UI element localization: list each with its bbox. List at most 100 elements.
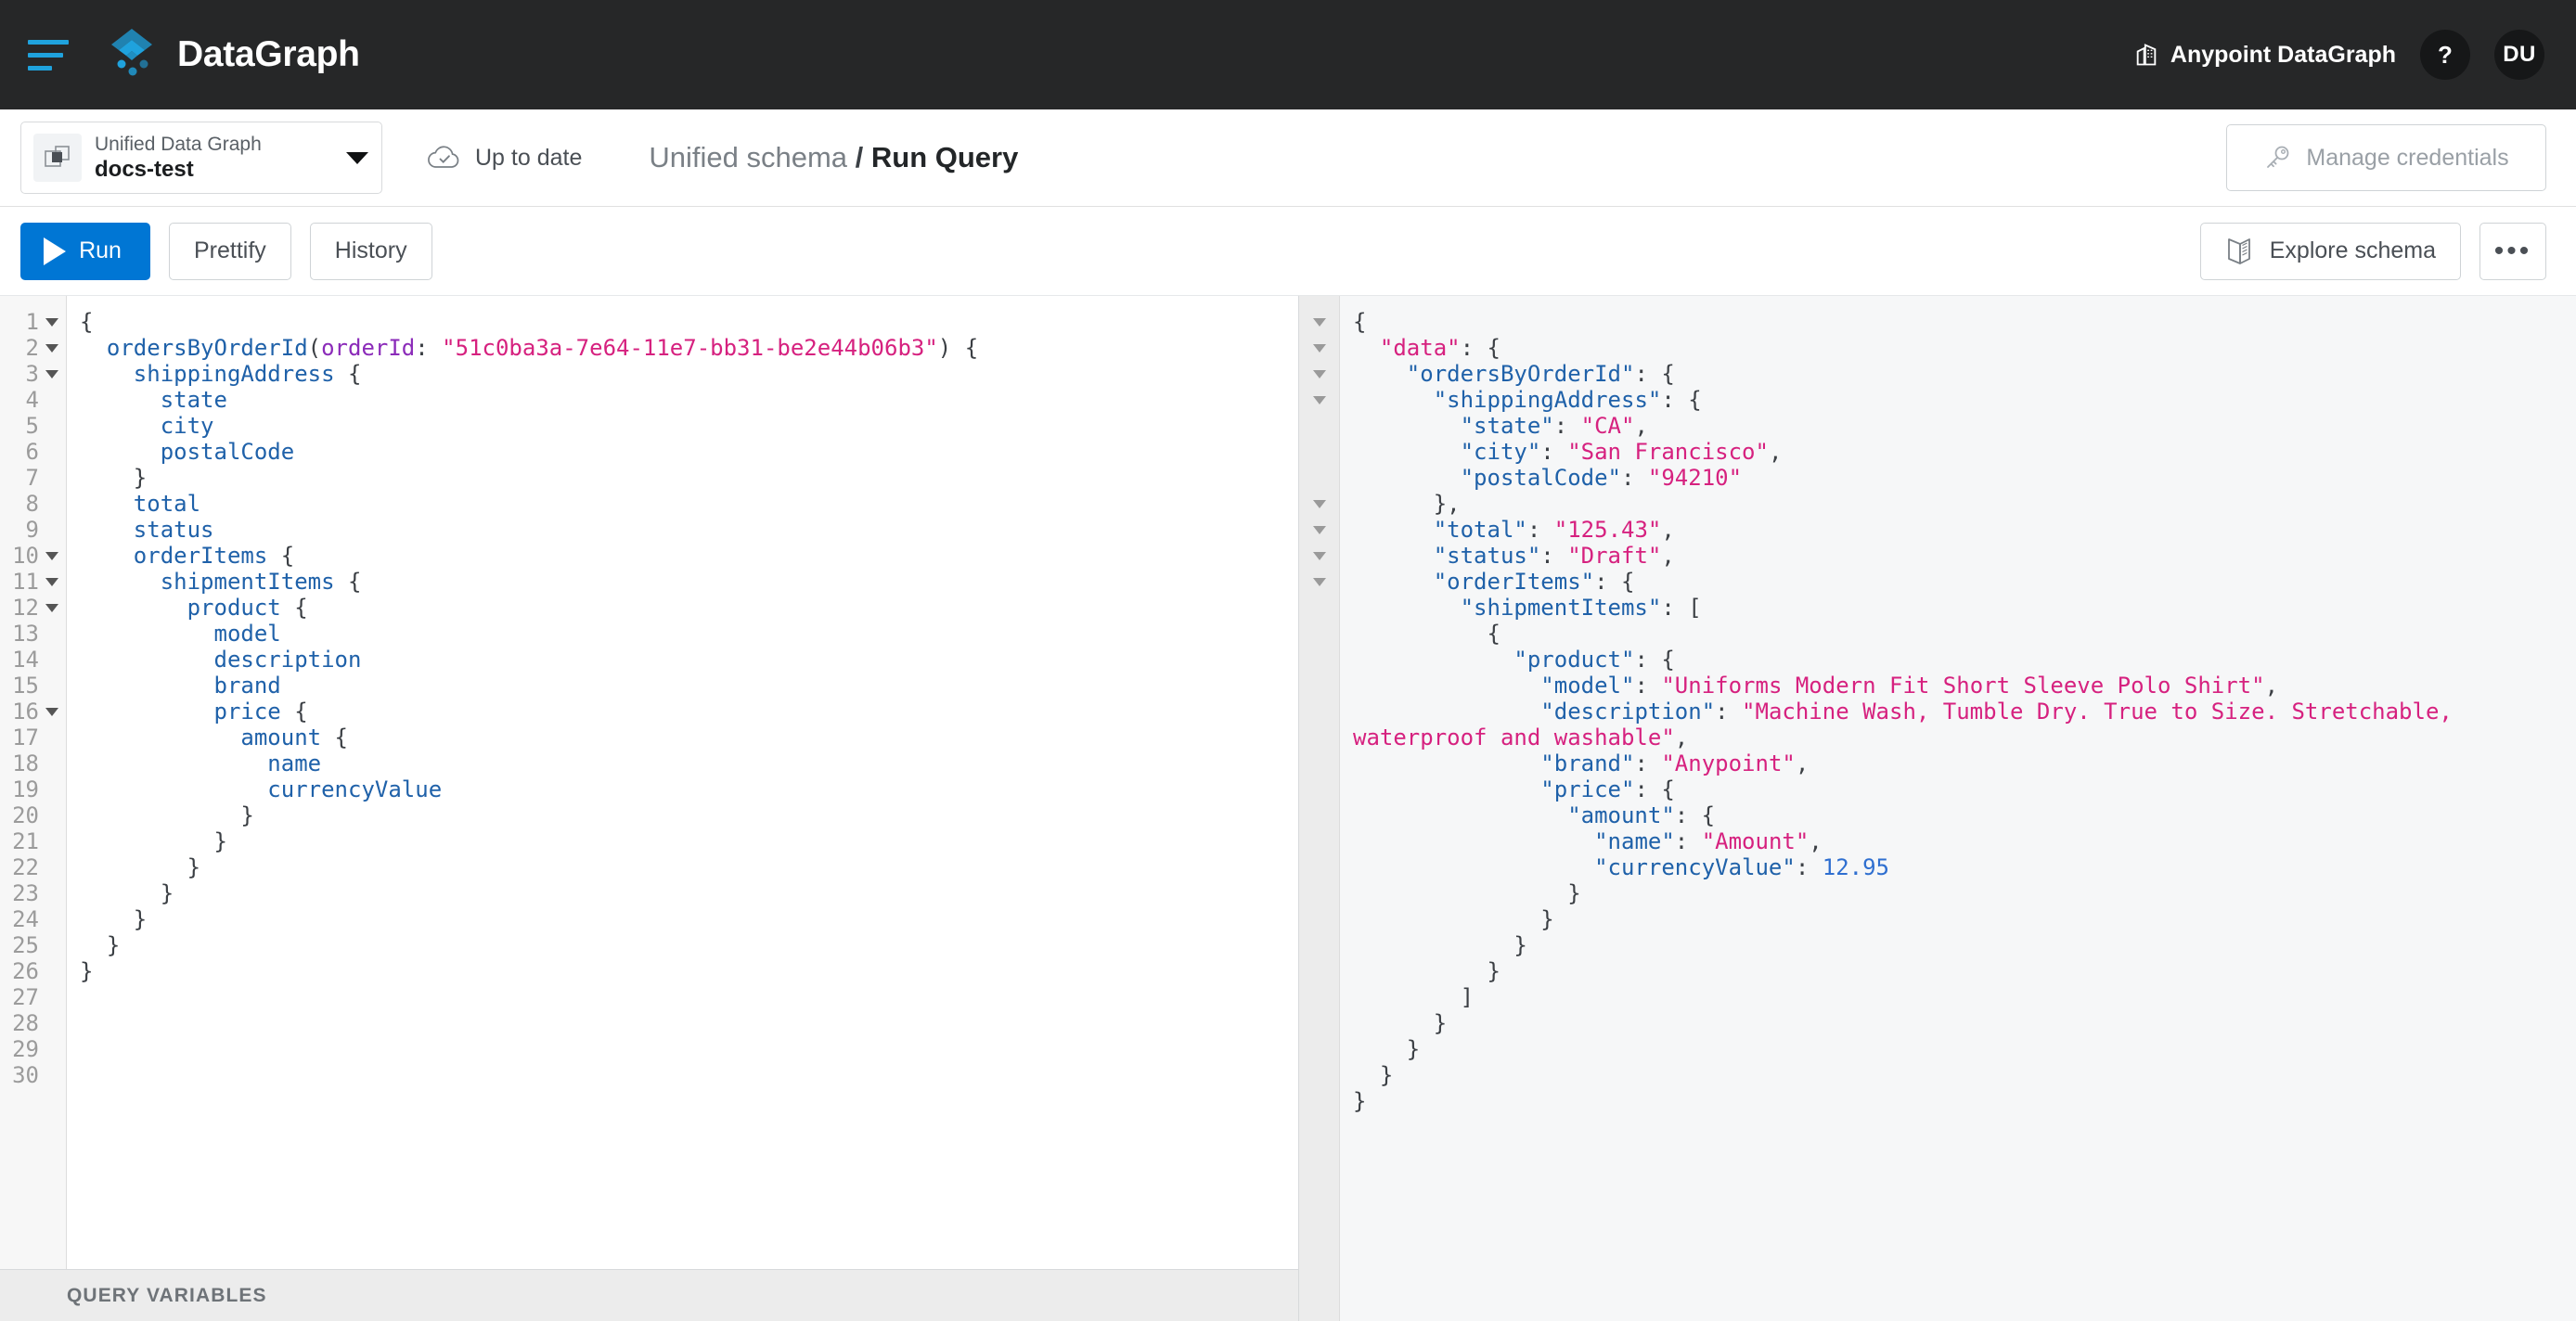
code-token: ( xyxy=(308,335,321,361)
result-token xyxy=(1353,413,1461,439)
fold-caret-icon[interactable] xyxy=(45,318,58,327)
code-token: orderItems xyxy=(134,543,268,569)
breadcrumb-separator: / xyxy=(856,141,864,173)
code-line: } xyxy=(80,465,1298,491)
result-token: , xyxy=(1661,543,1674,569)
result-token: , xyxy=(2265,673,2278,699)
graph-squares-icon xyxy=(33,134,82,182)
result-line: "orderItems": { xyxy=(1353,569,2576,595)
line-number: 4 xyxy=(0,387,66,413)
line-number-value: 4 xyxy=(15,387,39,413)
history-button[interactable]: History xyxy=(310,223,432,280)
code-token: currencyValue xyxy=(267,776,442,802)
result-token: "shipmentItems" xyxy=(1461,595,1662,621)
line-number-value: 9 xyxy=(15,517,39,543)
top-header: DataGraph Anypoint DataGraph ? DU xyxy=(0,0,2576,109)
result-token: "product" xyxy=(1513,647,1634,673)
result-token: "ordersByOrderId" xyxy=(1407,361,1635,387)
code-line: total xyxy=(80,491,1298,517)
query-code-text[interactable]: { ordersByOrderId(orderId: "51c0ba3a-7e6… xyxy=(67,296,1298,1269)
avatar[interactable]: DU xyxy=(2494,30,2544,80)
fold-caret-icon[interactable] xyxy=(45,578,58,586)
breadcrumb: Unified schema / Run Query xyxy=(649,141,1018,174)
fold-caret-icon[interactable] xyxy=(1313,552,1326,560)
line-number-value: 28 xyxy=(12,1010,39,1036)
result-line: "currencyValue": 12.95 xyxy=(1353,854,2576,880)
fold-caret-icon[interactable] xyxy=(45,344,58,353)
breadcrumb-parent[interactable]: Unified schema xyxy=(649,141,847,173)
result-token: "orderItems" xyxy=(1434,569,1594,595)
result-fold-row xyxy=(1299,361,1339,387)
fold-caret-icon[interactable] xyxy=(1313,344,1326,353)
fold-caret-icon[interactable] xyxy=(1313,396,1326,404)
hamburger-menu-icon[interactable] xyxy=(28,36,72,73)
building-icon xyxy=(2133,42,2159,68)
result-token xyxy=(1353,439,1461,465)
line-number-value: 8 xyxy=(15,491,39,517)
line-number-value: 7 xyxy=(15,465,39,491)
line-number: 5 xyxy=(0,413,66,439)
line-number: 14 xyxy=(0,647,66,673)
result-fold-row xyxy=(1299,880,1339,906)
fold-caret-icon[interactable] xyxy=(45,604,58,612)
result-pane: { "data": { "ordersByOrderId": { "shippi… xyxy=(1299,296,2576,1321)
result-token: } xyxy=(1353,1062,1393,1088)
code-line xyxy=(80,1062,1298,1088)
line-number-value: 23 xyxy=(12,880,39,906)
help-button[interactable]: ? xyxy=(2420,30,2470,80)
code-line xyxy=(80,1036,1298,1062)
result-fold-row xyxy=(1299,543,1339,569)
manage-credentials-button[interactable]: Manage credentials xyxy=(2226,124,2546,191)
chevron-down-icon[interactable] xyxy=(346,152,368,164)
code-token: { xyxy=(335,569,362,595)
result-token: : { xyxy=(1675,802,1715,828)
query-editor[interactable]: 1234567891011121314151617181920212223242… xyxy=(0,296,1298,1269)
result-line: } xyxy=(1353,880,2576,906)
explore-schema-button[interactable]: Explore schema xyxy=(2200,223,2461,280)
result-token xyxy=(1353,335,1380,361)
fold-caret-icon[interactable] xyxy=(1313,370,1326,378)
fold-caret-icon[interactable] xyxy=(1313,500,1326,508)
code-line: status xyxy=(80,517,1298,543)
result-token: , xyxy=(1634,413,1647,439)
line-number: 6 xyxy=(0,439,66,465)
fold-caret-icon[interactable] xyxy=(45,708,58,716)
line-number-value: 3 xyxy=(15,361,39,387)
code-token: state xyxy=(161,387,227,413)
result-token: } xyxy=(1353,1010,1447,1036)
editor-area: 1234567891011121314151617181920212223242… xyxy=(0,296,2576,1321)
result-line: } xyxy=(1353,958,2576,984)
graph-selector[interactable]: Unified Data Graph docs-test xyxy=(20,122,382,194)
code-token: description xyxy=(214,647,362,673)
result-fold-row xyxy=(1299,725,1339,750)
line-number-value: 5 xyxy=(15,413,39,439)
fold-caret-icon[interactable] xyxy=(1313,526,1326,534)
org-selector[interactable]: Anypoint DataGraph xyxy=(2133,42,2396,69)
code-line: city xyxy=(80,413,1298,439)
more-options-button[interactable]: ••• xyxy=(2479,223,2546,280)
code-token: { xyxy=(80,309,93,335)
fold-caret-icon[interactable] xyxy=(45,370,58,378)
brand[interactable]: DataGraph xyxy=(104,27,360,83)
result-fold-gutter[interactable] xyxy=(1299,296,1340,1321)
result-line: "price": { xyxy=(1353,776,2576,802)
result-token: , xyxy=(1675,725,1688,750)
result-token: "status" xyxy=(1434,543,1541,569)
result-token: , xyxy=(1661,517,1674,543)
line-number: 3 xyxy=(0,361,66,387)
run-button[interactable]: Run xyxy=(20,223,150,280)
code-line: amount { xyxy=(80,725,1298,750)
prettify-button[interactable]: Prettify xyxy=(169,223,291,280)
query-line-number-gutter[interactable]: 1234567891011121314151617181920212223242… xyxy=(0,296,67,1269)
result-token: "Draft" xyxy=(1567,543,1661,569)
code-line: postalCode xyxy=(80,439,1298,465)
fold-caret-icon[interactable] xyxy=(1313,578,1326,586)
result-token: : xyxy=(1675,828,1702,854)
fold-caret-icon[interactable] xyxy=(1313,318,1326,327)
result-fold-row xyxy=(1299,958,1339,984)
code-token: name xyxy=(267,750,321,776)
query-variables-bar[interactable]: QUERY VARIABLES xyxy=(0,1269,1298,1321)
fold-caret-icon[interactable] xyxy=(45,552,58,560)
result-token: "data" xyxy=(1380,335,1461,361)
query-pane: 1234567891011121314151617181920212223242… xyxy=(0,296,1299,1321)
